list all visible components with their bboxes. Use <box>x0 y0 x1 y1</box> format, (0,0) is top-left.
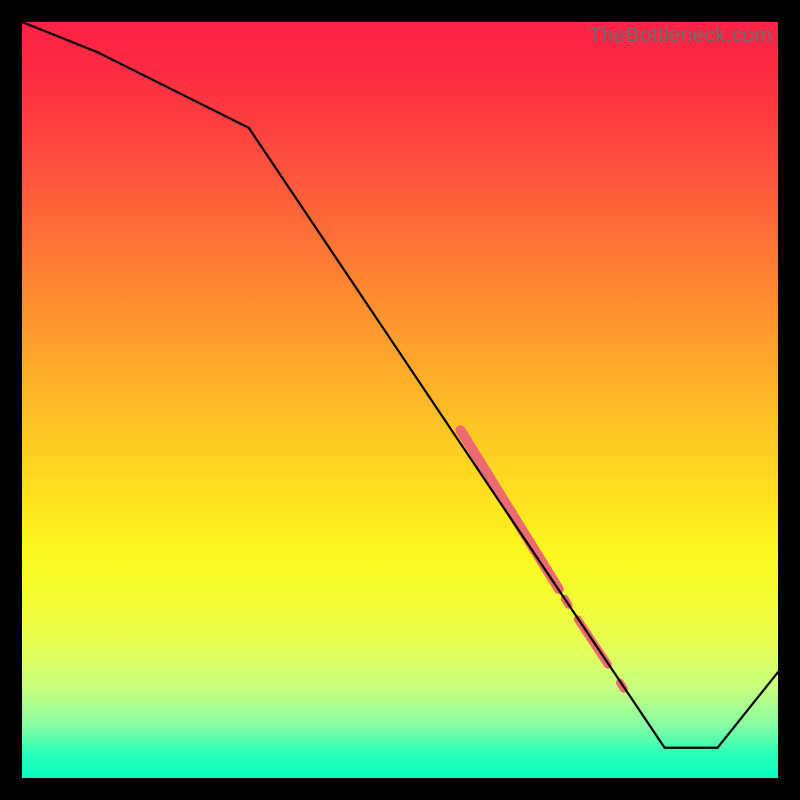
chart-container: TheBottleneck.com <box>0 0 800 800</box>
chart-svg <box>22 22 778 778</box>
plot-area: TheBottleneck.com <box>22 22 778 778</box>
highlight-segment <box>460 430 558 589</box>
main-curve <box>22 22 778 748</box>
